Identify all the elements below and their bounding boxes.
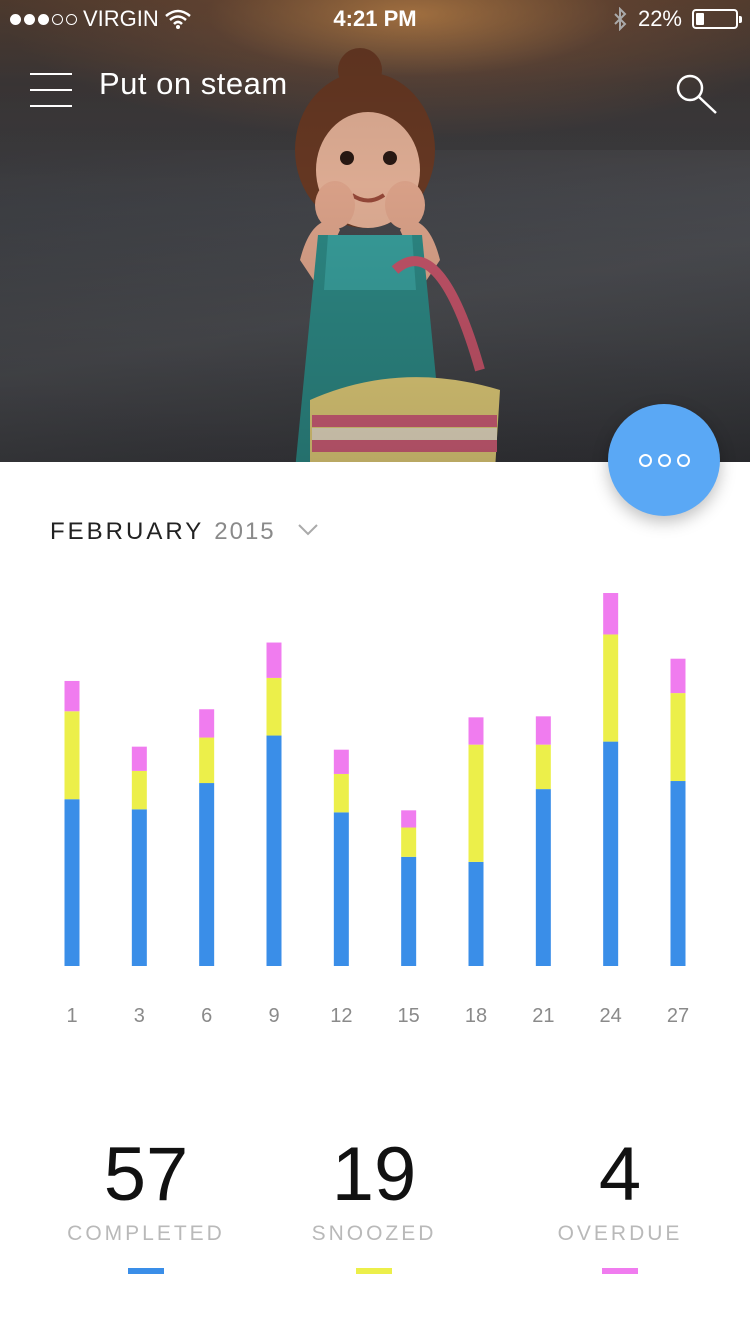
bar-completed-1 [64,799,80,966]
status-bar: VIRGIN 4:21 PM 22% [0,0,750,40]
stat-completed-value: 57 [103,1132,189,1217]
stat-overdue-color-bar [602,1268,638,1274]
bar-snoozed-27 [670,693,686,782]
x-tick-label: 24 [600,1005,622,1027]
page-title: Put on steam [99,66,288,101]
bar-snoozed-15 [401,827,417,857]
bar-overdue-27 [670,658,686,694]
x-tick-label: 18 [465,1005,487,1027]
bar-snoozed-24 [603,634,619,742]
bar-completed-6 [199,783,215,966]
nav-bar: Put on steam [0,60,750,114]
bar-completed-3 [131,809,147,966]
bluetooth-icon [614,7,627,31]
bar-completed-24 [603,741,619,966]
battery-fill [696,13,704,25]
status-right: 22% [612,6,742,32]
x-tick-label: 15 [398,1005,420,1027]
year-label: 2015 [214,518,276,545]
stacked-bar-chart: 1 3 6 9 12 15 18 21 24 27 [64,593,689,1027]
stat-completed: 57 COMPLETED [36,1130,256,1274]
bar-overdue-9 [266,642,282,678]
stats-summary: 57 COMPLETED 19 SNOOZED 4 OVERDUE [0,1130,750,1290]
bar-snoozed-21 [535,744,551,790]
bar-completed-27 [670,781,686,966]
stat-completed-color-bar [128,1268,164,1274]
menu-icon[interactable] [30,67,72,107]
bar-snoozed-1 [64,711,80,800]
bar-overdue-6 [199,709,215,738]
chevron-down-icon [297,524,318,536]
stat-overdue-value: 4 [598,1132,642,1217]
stat-snoozed-value: 19 [331,1132,417,1217]
more-options-icon [638,453,652,467]
stat-overdue: 4 OVERDUE [510,1130,730,1274]
stat-completed-label: COMPLETED [67,1222,225,1245]
month-label: FEBRUARY [50,518,205,545]
battery-icon [692,9,742,29]
stat-snoozed-label: SNOOZED [311,1222,437,1245]
stat-overdue-label: OVERDUE [557,1222,683,1245]
stat-snoozed: 19 SNOOZED [264,1130,484,1274]
bar-snoozed-12 [333,773,349,813]
search-icon[interactable] [672,68,720,116]
x-tick-label: 1 [66,1005,77,1027]
bar-overdue-24 [603,593,619,635]
x-tick-label: 12 [330,1005,352,1027]
bar-completed-18 [468,861,484,966]
stat-snoozed-color-bar [356,1268,392,1274]
bar-overdue-3 [131,746,147,771]
battery-percent: 22% [637,6,682,31]
bar-snoozed-9 [266,677,282,736]
bar-completed-15 [401,856,417,966]
bar-snoozed-6 [199,737,215,784]
bar-completed-12 [333,812,349,966]
bar-completed-21 [535,789,551,966]
x-tick-label: 27 [667,1005,689,1027]
x-tick-label: 21 [532,1005,554,1027]
bar-snoozed-3 [131,770,147,810]
more-options-button[interactable] [608,404,720,516]
month-selector[interactable]: FEBRUARY 2015 [50,512,318,552]
x-tick-label: 9 [268,1005,279,1027]
bar-overdue-15 [401,810,417,828]
bar-completed-9 [266,735,282,966]
more-options-icon-dot [657,453,671,467]
more-options-icon-dot [676,453,690,467]
x-tick-label: 3 [134,1005,145,1027]
bar-overdue-12 [333,749,349,774]
bar-overdue-1 [64,680,80,712]
x-tick-label: 6 [201,1005,212,1027]
bar-overdue-21 [535,716,551,745]
bar-overdue-18 [468,717,484,745]
bar-snoozed-18 [468,744,484,862]
